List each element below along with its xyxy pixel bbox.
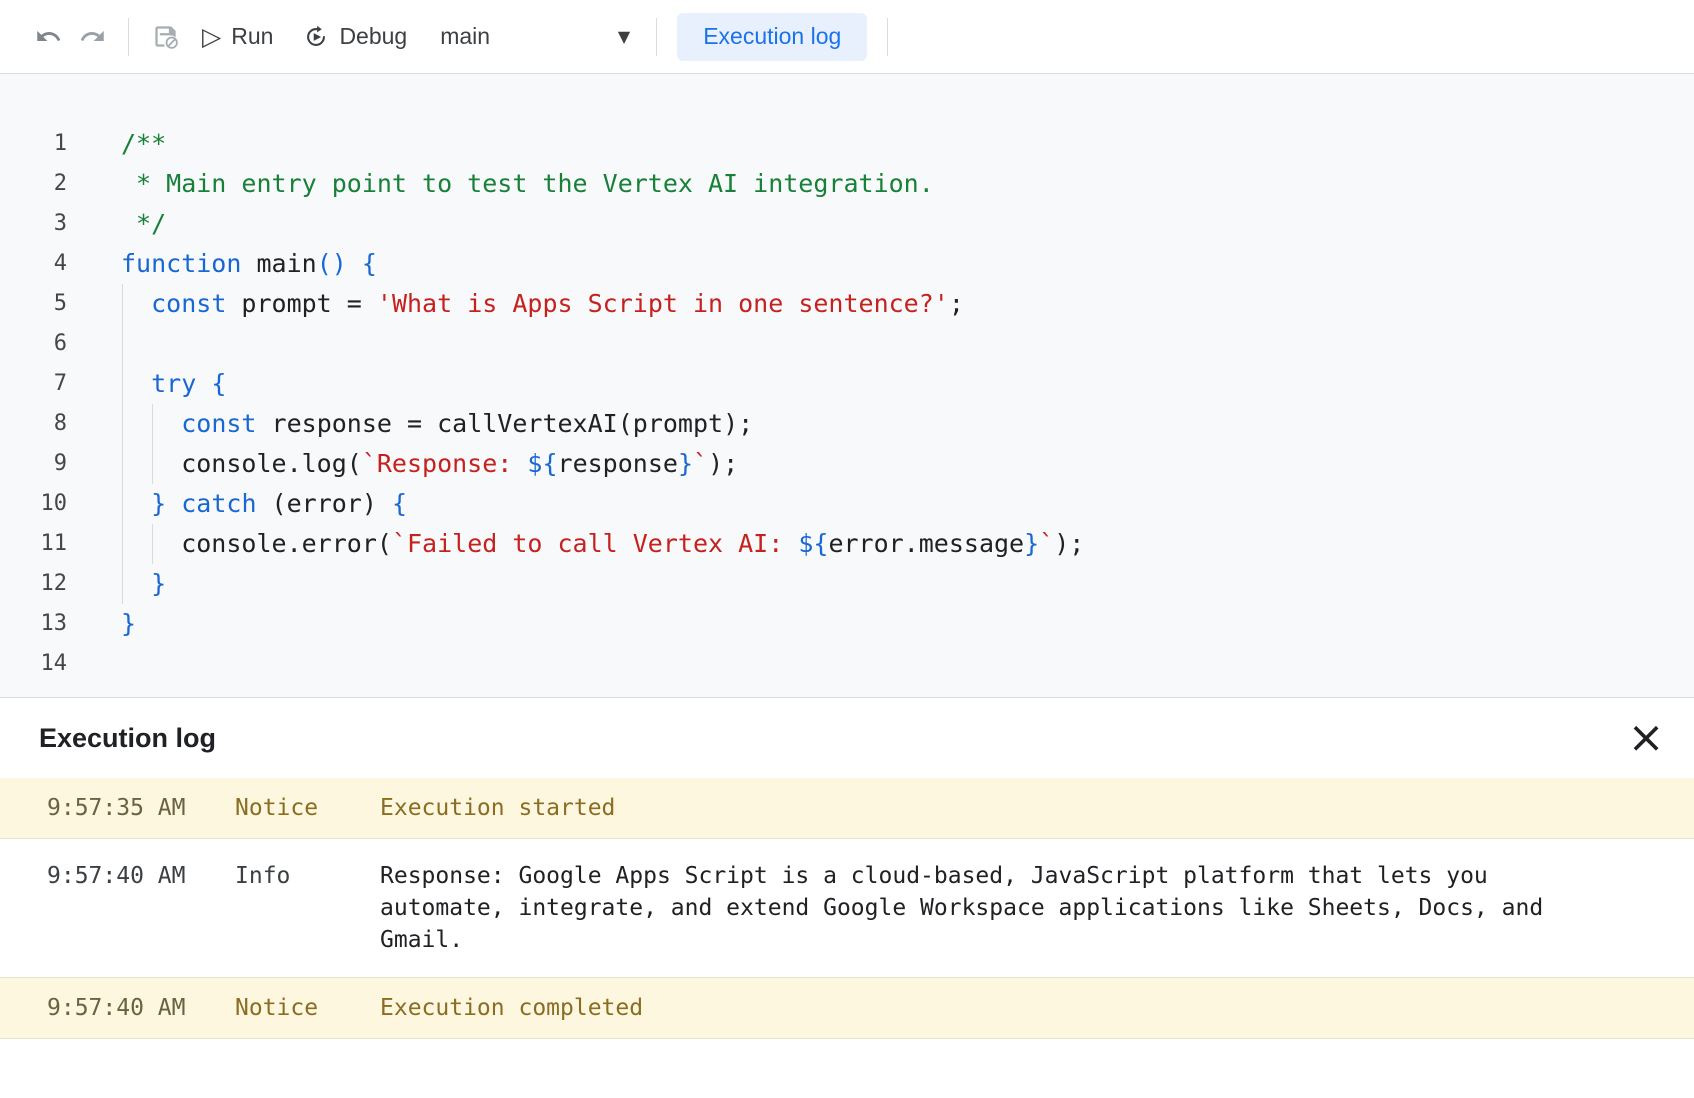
function-selector-value: main	[440, 23, 490, 50]
debug-button-label: Debug	[339, 23, 407, 50]
code-line[interactable]: const prompt = 'What is Apps Script in o…	[121, 284, 1084, 324]
line-number[interactable]: 7	[0, 364, 90, 404]
log-type: Info	[235, 860, 380, 956]
redo-icon	[79, 23, 106, 50]
code-line[interactable]: console.error(`Failed to call Vertex AI:…	[121, 524, 1084, 564]
line-number[interactable]: 9	[0, 444, 90, 484]
apps-script-editor: ▷ Run Debug main ▼ Execution log 1234567…	[0, 0, 1694, 1098]
log-message: Response: Google Apps Script is a cloud-…	[380, 860, 1580, 956]
execution-log-header: Execution log ×	[0, 698, 1694, 778]
undo-button[interactable]	[26, 15, 70, 59]
log-entry: 9:57:35 AMNoticeExecution started	[0, 778, 1694, 839]
line-number[interactable]: 1	[0, 124, 90, 164]
run-icon: ▷	[202, 24, 221, 49]
log-timestamp: 9:57:40 AM	[47, 860, 235, 956]
run-button[interactable]: ▷ Run	[202, 23, 273, 50]
execution-log-title: Execution log	[39, 723, 216, 754]
code-line[interactable]: * Main entry point to test the Vertex AI…	[121, 164, 1084, 204]
line-number[interactable]: 13	[0, 604, 90, 644]
line-number[interactable]: 14	[0, 644, 90, 684]
code-line[interactable]: } catch (error) {	[121, 484, 1084, 524]
code-line[interactable]: }	[121, 564, 1084, 604]
indent-guide	[122, 284, 123, 604]
log-timestamp: 9:57:40 AM	[47, 994, 235, 1022]
log-entries: 9:57:35 AMNoticeExecution started9:57:40…	[0, 778, 1694, 1039]
log-type: Notice	[235, 994, 380, 1022]
debug-icon	[303, 24, 329, 50]
function-selector-dropdown[interactable]: main ▼	[440, 23, 630, 50]
log-entry: 9:57:40 AMNoticeExecution completed	[0, 978, 1694, 1039]
log-timestamp: 9:57:35 AM	[47, 794, 235, 822]
line-number[interactable]: 11	[0, 524, 90, 564]
log-entry: 9:57:40 AMInfoResponse: Google Apps Scri…	[0, 839, 1694, 978]
indent-guide	[152, 404, 153, 484]
code-line[interactable]	[121, 324, 1084, 364]
line-number[interactable]: 10	[0, 484, 90, 524]
code-line[interactable]: try {	[121, 364, 1084, 404]
code-editor[interactable]: 1234567891011121314 /** * Main entry poi…	[0, 74, 1694, 697]
indent-guide	[152, 524, 153, 564]
chevron-down-icon: ▼	[618, 29, 630, 45]
line-number[interactable]: 6	[0, 324, 90, 364]
execution-log-button[interactable]: Execution log	[677, 13, 867, 61]
line-number[interactable]: 5	[0, 284, 90, 324]
save-icon	[152, 23, 179, 50]
line-number[interactable]: 4	[0, 244, 90, 284]
undo-icon	[35, 23, 62, 50]
log-type: Notice	[235, 794, 380, 822]
code-line[interactable]: console.log(`Response: ${response}`);	[121, 444, 1084, 484]
toolbar-divider	[887, 18, 888, 56]
toolbar-divider	[656, 18, 657, 56]
line-number[interactable]: 8	[0, 404, 90, 444]
toolbar: ▷ Run Debug main ▼ Execution log	[0, 0, 1694, 74]
line-number[interactable]: 2	[0, 164, 90, 204]
execution-log-panel: Execution log × 9:57:35 AMNoticeExecutio…	[0, 697, 1694, 1098]
redo-button[interactable]	[70, 15, 114, 59]
close-icon[interactable]: ×	[1620, 712, 1672, 764]
log-message: Execution started	[380, 794, 1580, 822]
log-message: Execution completed	[380, 994, 1580, 1022]
code-line[interactable]: */	[121, 204, 1084, 244]
code-line[interactable]: /**	[121, 124, 1084, 164]
line-number-gutter: 1234567891011121314	[0, 74, 90, 697]
code-line[interactable]: }	[121, 604, 1084, 644]
debug-button[interactable]: Debug	[303, 23, 407, 50]
line-number[interactable]: 3	[0, 204, 90, 244]
toolbar-divider	[128, 18, 129, 56]
line-number[interactable]: 12	[0, 564, 90, 604]
code-line[interactable]: const response = callVertexAI(prompt);	[121, 404, 1084, 444]
code-line[interactable]	[121, 644, 1084, 684]
save-project-button[interactable]	[143, 15, 187, 59]
code-content: /** * Main entry point to test the Verte…	[121, 74, 1084, 697]
run-button-label: Run	[231, 23, 273, 50]
code-line[interactable]: function main() {	[121, 244, 1084, 284]
